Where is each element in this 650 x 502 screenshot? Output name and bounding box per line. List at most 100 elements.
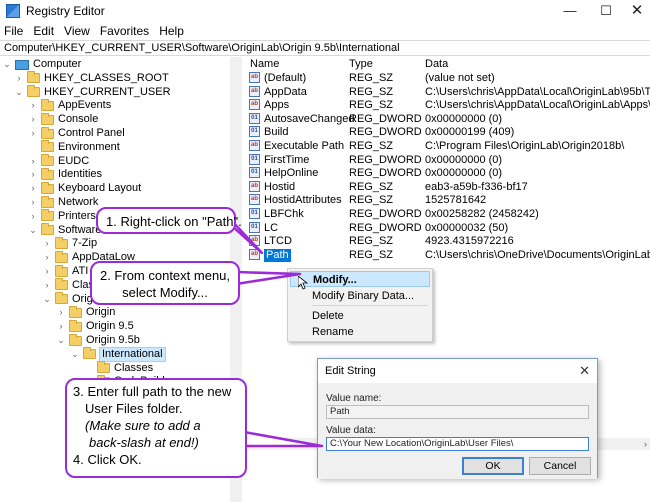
list-item[interactable]: ab Path REG_SZ C:\Users\chris\OneDrive\Docu… — [243, 248, 650, 262]
chevron-right-icon[interactable]: › — [56, 320, 66, 333]
tree-item[interactable]: ⌄ HKEY_CURRENT_USER — [14, 85, 171, 99]
folder-icon — [27, 85, 40, 98]
tree-item[interactable]: › Network — [28, 195, 98, 209]
tree-item[interactable]: › HKEY_CLASSES_ROOT — [14, 71, 169, 85]
column-header-name[interactable]: Name — [250, 57, 279, 71]
list-item[interactable]: 01 AutosaveChanged REG_DWORD 0x00000000 (0) — [243, 112, 650, 126]
chevron-right-icon[interactable]: › — [42, 265, 52, 278]
list-item[interactable]: ab (Default) REG_SZ (value not set) — [243, 72, 650, 85]
value-type: REG_SZ — [349, 72, 394, 84]
string-value-icon: ab — [249, 99, 260, 111]
tree-item-label: Keyboard Layout — [58, 182, 142, 195]
chevron-right-icon[interactable]: › — [28, 210, 38, 223]
tree-item[interactable]: › Origin — [56, 305, 115, 319]
menu-view[interactable]: View — [64, 24, 90, 38]
close-button[interactable]: ✕ — [624, 0, 650, 22]
chevron-right-icon[interactable]: › — [28, 127, 38, 140]
ok-button[interactable]: OK — [462, 457, 524, 475]
tree-item[interactable]: › Keyboard Layout — [28, 181, 142, 195]
tree-item-label: Origin 9.5b — [86, 334, 140, 346]
scroll-right-arrow-icon[interactable]: › — [644, 438, 647, 450]
tree-item[interactable]: Classes — [84, 361, 153, 375]
chevron-right-icon[interactable]: › — [28, 113, 38, 126]
callout-step-2: 2. From context menu, select Modify... — [90, 261, 240, 305]
chevron-down-icon[interactable]: ⌄ — [42, 293, 52, 306]
value-type: REG_SZ — [349, 99, 394, 112]
tree-item[interactable]: › ATI — [42, 264, 88, 278]
binary-value-icon: 01 — [249, 208, 260, 219]
tree-item[interactable]: ⌄ Origin 9.5b — [56, 333, 140, 347]
value-name: (Default) — [264, 72, 307, 84]
chevron-right-icon[interactable]: › — [42, 237, 52, 250]
context-menu-modify[interactable]: Modify... — [290, 271, 430, 287]
tree-item[interactable]: ⌄ Computer — [2, 58, 81, 71]
chevron-down-icon[interactable]: ⌄ — [28, 224, 38, 237]
tree-item[interactable]: Environment — [28, 140, 120, 154]
column-header-type[interactable]: Type — [349, 57, 373, 71]
tree-item-label: HKEY_CURRENT_USER — [44, 85, 171, 98]
menu-edit[interactable]: Edit — [33, 24, 54, 38]
tree-item[interactable]: › EUDC — [28, 154, 89, 168]
chevron-right-icon[interactable]: › — [28, 182, 38, 195]
list-item[interactable]: ab LTCD REG_SZ 4923.4315972216 — [243, 235, 650, 248]
minimize-button[interactable]: — — [555, 0, 585, 22]
menu-help[interactable]: Help — [159, 24, 184, 38]
maximize-button[interactable]: ☐ — [591, 0, 621, 22]
list-item[interactable]: ab HostidAttributes REG_SZ 1525781642 — [243, 194, 650, 207]
tree-item[interactable]: › Control Panel — [28, 126, 125, 140]
dialog-close-icon[interactable]: ✕ — [579, 359, 590, 383]
menu-favorites[interactable]: Favorites — [100, 24, 149, 38]
column-header-data[interactable]: Data — [425, 57, 448, 71]
mouse-cursor-icon — [298, 276, 308, 290]
tree-item[interactable]: ⌄ Software — [28, 223, 101, 237]
list-item[interactable]: 01 LC REG_DWORD 0x00000032 (50) — [243, 221, 650, 235]
chevron-right-icon[interactable]: › — [42, 251, 52, 264]
list-item[interactable]: ab Hostid REG_SZ eab3-a59b-f336-bf17 — [243, 180, 650, 194]
chevron-right-icon[interactable]: › — [14, 72, 24, 85]
tree-item[interactable]: › Origin 9.5 — [56, 319, 134, 333]
list-item[interactable]: 01 LBFChk REG_DWORD 0x00258282 (2458242) — [243, 208, 650, 221]
list-item[interactable]: ab AppData REG_SZ C:\Users\chris\AppData\Lo… — [243, 85, 650, 99]
chevron-down-icon[interactable]: ⌄ — [70, 348, 80, 361]
chevron-right-icon[interactable]: › — [28, 168, 38, 181]
cancel-button[interactable]: Cancel — [529, 457, 591, 475]
chevron-right-icon[interactable]: › — [28, 196, 38, 209]
folder-icon — [69, 333, 82, 346]
tree-item[interactable]: › Printers — [28, 209, 96, 223]
context-menu-rename[interactable]: Rename — [290, 324, 430, 340]
value-name: HelpOnline — [264, 167, 319, 180]
chevron-down-icon[interactable]: ⌄ — [56, 334, 66, 347]
list-item[interactable]: 01 FirstTime REG_DWORD 0x00000000 (0) — [243, 153, 650, 167]
list-item[interactable]: 01 HelpOnline REG_DWORD 0x00000000 (0) — [243, 167, 650, 180]
value-name: Hostid — [264, 180, 296, 193]
chevron-right-icon[interactable]: › — [42, 279, 52, 292]
context-menu-delete[interactable]: Delete — [290, 308, 430, 324]
tree-item[interactable]: › 7-Zip — [42, 236, 97, 250]
tree-item[interactable]: › AppEvents — [28, 98, 111, 112]
chevron-right-icon[interactable]: › — [28, 155, 38, 168]
chevron-down-icon[interactable]: ⌄ — [14, 86, 24, 99]
list-item[interactable]: 01 Build REG_DWORD 0x00000199 (409) — [243, 126, 650, 139]
binary-value-icon: 01 — [249, 126, 260, 138]
value-data-input[interactable]: C:\Your New Location\OriginLab\User File… — [326, 437, 589, 451]
menu-file[interactable]: File — [4, 24, 23, 38]
tree-item[interactable]: ⌄ International — [70, 346, 166, 362]
tree-item-label: Identities — [58, 168, 103, 181]
value-data: 4923.4315972216 — [425, 235, 514, 248]
chevron-right-icon[interactable]: › — [56, 306, 66, 319]
value-type: REG_DWORD — [349, 153, 422, 166]
list-item[interactable]: ab Executable Path REG_SZ C:\Program Files\… — [243, 140, 650, 153]
context-menu-modify-binary[interactable]: Modify Binary Data... — [290, 288, 430, 304]
string-value-icon: ab — [249, 140, 260, 151]
address-bar[interactable]: Computer\HKEY_CURRENT_USER\Software\Orig… — [0, 40, 650, 56]
list-item[interactable]: ab Apps REG_SZ C:\Users\chris\AppData\Local… — [243, 99, 650, 112]
tree-item[interactable]: › Console — [28, 112, 98, 126]
value-data: 0x00000000 (0) — [425, 112, 503, 125]
window-title: Registry Editor — [26, 4, 105, 18]
value-type: REG_DWORD — [349, 112, 422, 125]
string-value-icon: ab — [249, 248, 260, 260]
chevron-right-icon[interactable]: › — [28, 99, 38, 112]
tree-item[interactable]: › Identities — [28, 167, 103, 181]
chevron-down-icon[interactable]: ⌄ — [2, 58, 12, 71]
string-value-icon: ab — [249, 194, 260, 206]
